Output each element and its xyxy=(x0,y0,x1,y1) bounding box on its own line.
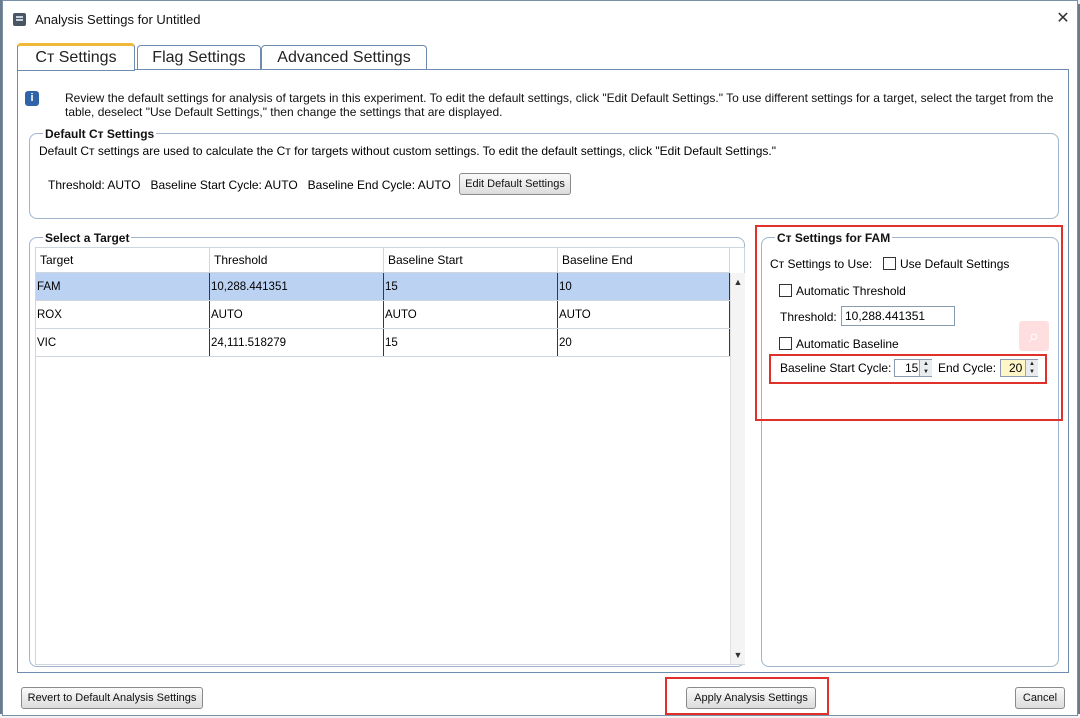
analysis-settings-dialog: Analysis Settings for Untitled ✕ Cт Sett… xyxy=(2,0,1078,716)
cell-target: VIC xyxy=(36,329,210,356)
cell-target: FAM xyxy=(36,273,210,300)
table-scrollbar[interactable]: ▲ ▼ xyxy=(730,273,745,664)
close-icon[interactable]: ✕ xyxy=(1053,9,1073,29)
default-settings-label: Default Cт Settings xyxy=(43,127,157,141)
column-header-baseline-start[interactable]: Baseline Start xyxy=(384,248,558,273)
column-header-target[interactable]: Target xyxy=(36,248,210,273)
cell-baseline-start: 15 xyxy=(384,273,558,300)
select-target-label: Select a Target xyxy=(43,231,132,245)
highlight-box-target-settings xyxy=(755,225,1063,421)
cell-baseline-start: 15 xyxy=(384,329,558,356)
table-row[interactable]: FAM 10,288.441351 15 10 xyxy=(36,273,730,301)
cell-threshold: 24,111.518279 xyxy=(210,329,384,356)
apply-analysis-settings-button[interactable]: Apply Analysis Settings xyxy=(686,687,816,709)
app-icon xyxy=(13,13,26,26)
targets-table: Target Threshold Baseline Start Baseline… xyxy=(35,247,745,665)
info-icon: i xyxy=(25,91,39,106)
column-header-threshold[interactable]: Threshold xyxy=(210,248,384,273)
table-row[interactable]: VIC 24,111.518279 15 20 xyxy=(36,329,730,357)
scroll-up-icon[interactable]: ▲ xyxy=(731,275,745,289)
cell-baseline-end: 20 xyxy=(558,329,730,356)
info-text: Review the default settings for analysis… xyxy=(65,91,1054,119)
scroll-down-icon[interactable]: ▼ xyxy=(731,648,745,662)
edit-default-settings-button[interactable]: Edit Default Settings xyxy=(459,173,571,195)
cancel-button[interactable]: Cancel xyxy=(1015,687,1065,709)
default-settings-summary: Threshold: AUTO Baseline Start Cycle: AU… xyxy=(48,178,451,192)
column-header-baseline-end[interactable]: Baseline End xyxy=(558,248,730,273)
window-title: Analysis Settings for Untitled xyxy=(35,12,201,27)
tab-flag-settings[interactable]: Flag Settings xyxy=(137,45,261,69)
table-row[interactable]: ROX AUTO AUTO AUTO xyxy=(36,301,730,329)
cell-baseline-start: AUTO xyxy=(384,301,558,328)
tab-advanced-settings[interactable]: Advanced Settings xyxy=(261,45,427,69)
title-bar: Analysis Settings for Untitled ✕ xyxy=(3,1,1077,37)
cell-target: ROX xyxy=(36,301,210,328)
cell-threshold: 10,288.441351 xyxy=(210,273,384,300)
cell-baseline-end: 10 xyxy=(558,273,730,300)
default-settings-description: Default Cт settings are used to calculat… xyxy=(39,144,776,158)
cell-threshold: AUTO xyxy=(210,301,384,328)
tab-ct-settings[interactable]: Cт Settings xyxy=(17,43,135,71)
cell-baseline-end: AUTO xyxy=(558,301,730,328)
highlight-box-cycle-fields xyxy=(769,354,1047,384)
revert-default-analysis-settings-button[interactable]: Revert to Default Analysis Settings xyxy=(21,687,203,709)
